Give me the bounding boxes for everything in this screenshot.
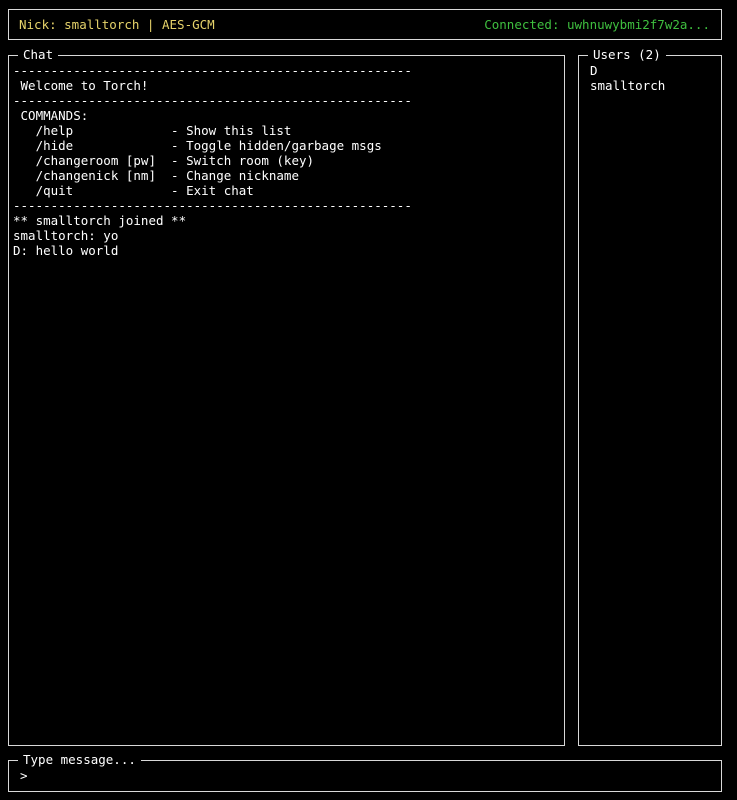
chat-line: Welcome to Torch! — [13, 78, 149, 93]
chat-line: COMMANDS: — [13, 108, 89, 123]
chat-line: ----------------------------------------… — [13, 198, 412, 213]
message-input-title: Type message... — [18, 752, 141, 768]
chat-line: /changeroom [pw] - Switch room (key) — [13, 153, 315, 168]
chat-line: /help - Show this list — [13, 123, 292, 138]
message-input[interactable] — [35, 767, 713, 784]
user-list-item[interactable]: D — [590, 63, 717, 78]
chat-line: ----------------------------------------… — [13, 63, 412, 78]
nick-status: Nick: smalltorch | AES-GCM — [19, 17, 215, 32]
connection-status: Connected: uwhnuwybmi2f7w2a... — [484, 17, 710, 32]
chat-line: smalltorch: yo — [13, 228, 119, 243]
message-input-panel[interactable]: Type message... > — [8, 752, 722, 792]
chat-log[interactable]: ----------------------------------------… — [13, 63, 560, 741]
users-list: Dsmalltorch — [590, 63, 717, 93]
users-panel[interactable]: Users (2) Dsmalltorch — [578, 47, 722, 746]
chat-line: /changenick [nm] - Change nickname — [13, 168, 299, 183]
chat-line: /quit - Exit chat — [13, 183, 254, 198]
chat-line: /hide - Toggle hidden/garbage msgs — [13, 138, 382, 153]
input-row[interactable]: > — [20, 767, 713, 784]
status-bar: Nick: smalltorch | AES-GCM Connected: uw… — [8, 9, 722, 40]
chat-line: ** smalltorch joined ** — [13, 213, 187, 228]
chat-line: D: hello world — [13, 243, 119, 258]
chat-panel-title: Chat — [18, 47, 59, 63]
chat-panel[interactable]: Chat -----------------------------------… — [8, 47, 565, 746]
users-panel-title: Users (2) — [588, 47, 666, 63]
prompt-symbol: > — [20, 767, 28, 783]
user-list-item[interactable]: smalltorch — [590, 78, 717, 93]
chat-line: ----------------------------------------… — [13, 93, 412, 108]
